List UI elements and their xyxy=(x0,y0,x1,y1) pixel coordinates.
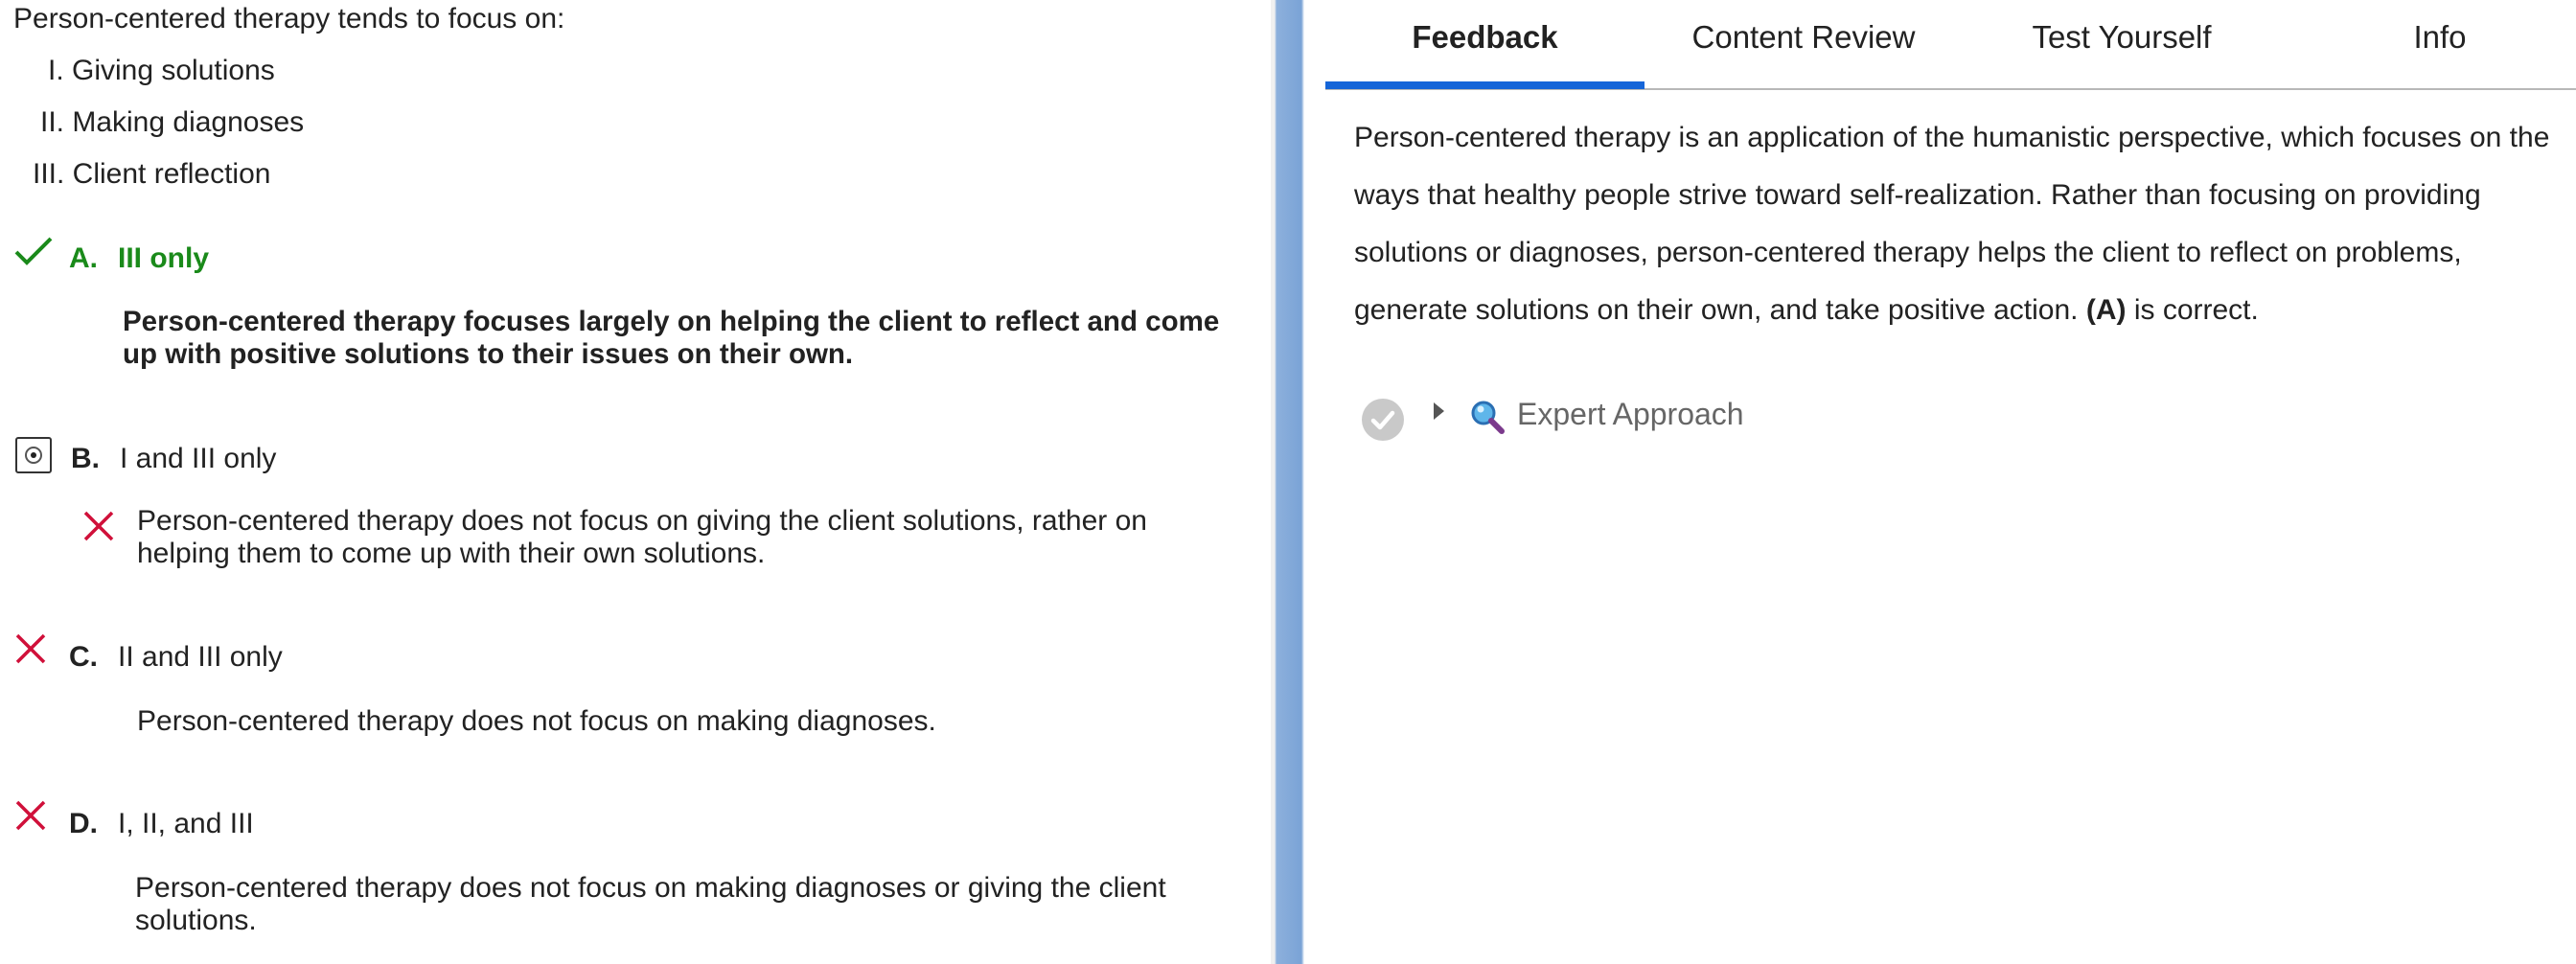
question-stem: Person-centered therapy tends to focus o… xyxy=(13,3,565,34)
choice-b-letter: B. xyxy=(71,443,100,474)
choice-a-explanation: Person-centered therapy focuses largely … xyxy=(123,306,1219,371)
expand-caret-icon[interactable] xyxy=(1434,402,1444,420)
choice-b-explanation-line-1: Person-centered therapy does not focus o… xyxy=(137,505,1147,537)
feedback-pane: Feedback Content Review Test Yourself In… xyxy=(1304,0,2576,964)
tab-test-yourself[interactable]: Test Yourself xyxy=(1963,19,2281,56)
choice-b-text: I and III only xyxy=(120,443,277,474)
answer-reference: (A) xyxy=(2085,294,2127,326)
feedback-explanation: Person-centered therapy is an applicatio… xyxy=(1354,109,2552,339)
incorrect-x-icon xyxy=(15,800,46,831)
tab-info[interactable]: Info xyxy=(2281,19,2576,56)
choice-d-explanation-line-2: solutions. xyxy=(135,905,257,936)
tab-content-review[interactable]: Content Review xyxy=(1644,19,1963,56)
choice-a-text: III only xyxy=(118,242,210,274)
choice-c-explanation-line-1: Person-centered therapy does not focus o… xyxy=(137,705,936,737)
choice-d-letter: D. xyxy=(69,808,98,839)
choice-a-letter: A. xyxy=(69,242,98,274)
selected-radio-button[interactable] xyxy=(15,437,52,473)
choice-b-explanation: Person-centered therapy does not focus o… xyxy=(137,505,1147,570)
feedback-line-4: generate solutions on their own, and tak… xyxy=(1354,282,2552,339)
choice-c-letter: C. xyxy=(69,641,98,673)
statement-3: III. Client reflection xyxy=(33,158,271,190)
feedback-line-1: Person-centered therapy is an applicatio… xyxy=(1354,122,2550,153)
choice-c-text: II and III only xyxy=(118,641,283,673)
choice-d-explanation: Person-centered therapy does not focus o… xyxy=(135,872,1166,937)
choice-d-explanation-line-1: Person-centered therapy does not focus o… xyxy=(135,872,1166,904)
statement-2: II. Making diagnoses xyxy=(40,106,305,138)
pane-splitter[interactable] xyxy=(1271,0,1304,964)
incorrect-x-icon xyxy=(15,633,46,664)
choice-d-text: I, II, and III xyxy=(118,808,254,839)
checkmark-icon xyxy=(14,237,53,265)
tab-bar: Feedback Content Review Test Yourself In… xyxy=(1325,0,2576,90)
magnifier-icon xyxy=(1471,401,1505,434)
tab-feedback[interactable]: Feedback xyxy=(1325,19,1644,56)
choice-b-explanation-line-2: helping them to come up with their own s… xyxy=(137,538,766,569)
choice-c-explanation: Person-centered therapy does not focus o… xyxy=(137,705,936,738)
feedback-line-4-suffix: is correct. xyxy=(2126,294,2259,326)
radio-icon xyxy=(25,447,42,464)
expert-approach-label: Expert Approach xyxy=(1517,397,1744,431)
choice-a-explanation-line-1: Person-centered therapy focuses largely … xyxy=(123,306,1220,337)
active-tab-indicator xyxy=(1325,81,1644,89)
choice-a-explanation-line-2: up with positive solutions to their issu… xyxy=(123,338,854,370)
feedback-line-2: ways that healthy people strive toward s… xyxy=(1354,179,2481,211)
completion-check-icon xyxy=(1362,399,1404,441)
feedback-line-3: solutions or diagnoses, person-centered … xyxy=(1354,237,2462,268)
statement-1: I. Giving solutions xyxy=(48,55,275,86)
feedback-line-4-prefix: generate solutions on their own, and tak… xyxy=(1354,294,2086,326)
incorrect-x-icon xyxy=(83,511,114,541)
question-pane: Person-centered therapy tends to focus o… xyxy=(0,0,1271,964)
